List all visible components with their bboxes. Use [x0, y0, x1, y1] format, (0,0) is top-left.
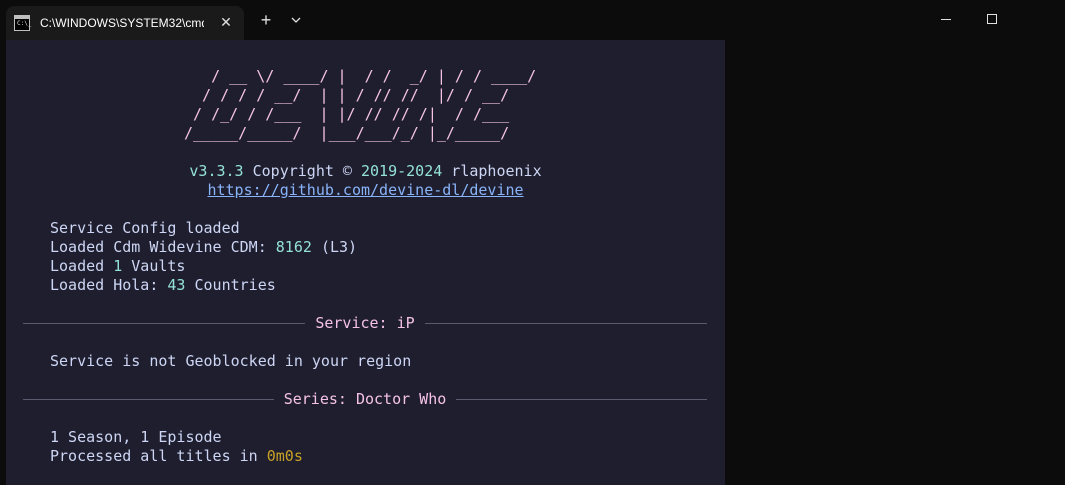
banner-line-3: / /_/ / /___ | |/ // // /| / /___ [184, 105, 510, 123]
terminal-output[interactable]: / __ \/ ____/ | / / _/ | / / ____/ / / /… [6, 40, 725, 485]
banner-line-4: /_____/_____/ |___/___/_/ |_/_____/ [184, 124, 510, 142]
service-config-line: Service Config loaded [50, 219, 240, 237]
series-rule: Series: Doctor Who [23, 390, 707, 409]
vaults-line: Loaded 1 Vaults [50, 257, 186, 275]
divider [424, 323, 707, 324]
maximize-button[interactable] [969, 6, 1015, 32]
minimize-button[interactable] [923, 6, 969, 32]
author: rlaphoenix [451, 162, 542, 180]
banner-line-2: / / / / __/ | | / // // |/ / __/ [184, 86, 510, 104]
cdm-id: 8162 [275, 238, 312, 256]
banner-line-1: / __ \/ ____/ | / / _/ | / / ____/ [184, 67, 537, 85]
series-summary: 1 Season, 1 Episode [50, 428, 222, 446]
chevron-down-icon[interactable] [286, 10, 306, 30]
divider [456, 399, 707, 400]
vaults-count: 1 [113, 257, 123, 275]
empty-terminal-area [725, 40, 1065, 485]
title-bar: C:\_ C:\WINDOWS\SYSTEM32\cmd.exe ✕ + [0, 0, 1065, 40]
cmd-icon: C:\_ [14, 15, 31, 31]
close-window-button[interactable] [1015, 6, 1061, 32]
divider [23, 323, 306, 324]
service-rule: Service: iP [23, 314, 707, 333]
terminal-tab[interactable]: C:\_ C:\WINDOWS\SYSTEM32\cmd.exe ✕ [6, 6, 244, 40]
series-heading: Series: Doctor Who [283, 390, 447, 408]
cdm-line: Loaded Cdm Widevine CDM: 8162 (L3) [50, 238, 358, 256]
geoblock-message: Service is not Geoblocked in your region [50, 352, 412, 370]
processed-time: 0m0s [266, 447, 303, 465]
version-line: v3.3.3 Copyright © 2019-2024 rlaphoenix [6, 162, 725, 181]
new-tab-button[interactable]: + [256, 10, 276, 30]
project-link[interactable]: https://github.com/devine-dl/devine [207, 181, 523, 199]
service-heading: Service: iP [315, 314, 415, 332]
hola-count: 43 [167, 276, 186, 294]
copyright-text: Copyright © [252, 162, 352, 180]
version: v3.3.3 [189, 162, 244, 180]
divider [23, 399, 274, 400]
url-line: https://github.com/devine-dl/devine [6, 181, 725, 200]
copyright-years: 2019-2024 [360, 162, 443, 180]
processed-line: Processed all titles in 0m0s [50, 447, 303, 465]
hola-line: Loaded Hola: 43 Countries [50, 276, 276, 294]
tab-title: C:\WINDOWS\SYSTEM32\cmd.exe [40, 16, 204, 30]
tab-close-button[interactable]: ✕ [218, 14, 234, 30]
